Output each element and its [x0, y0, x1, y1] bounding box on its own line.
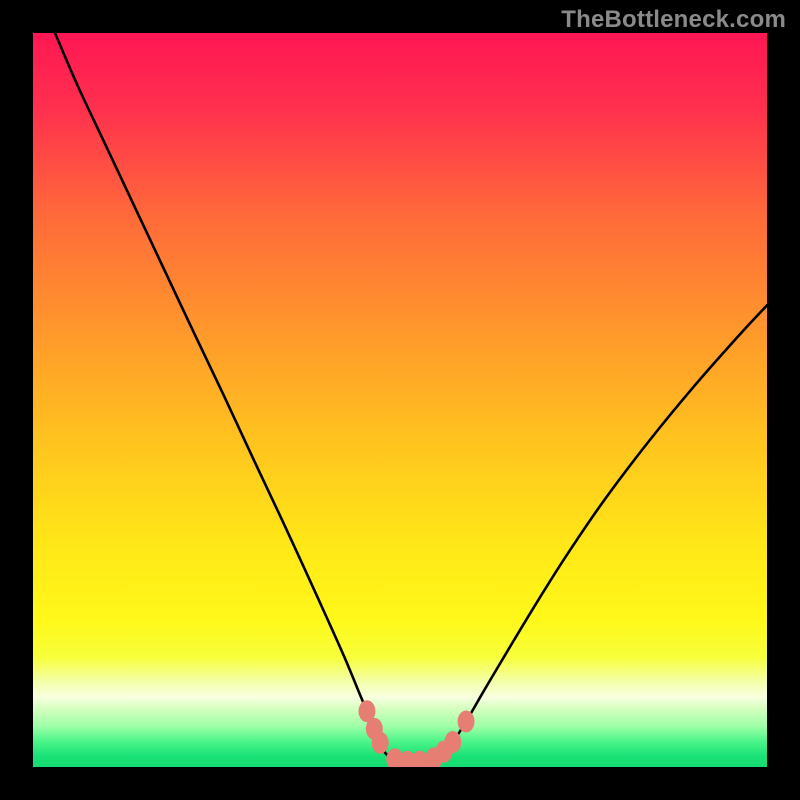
- curve-marker: [444, 731, 461, 753]
- curve-marker: [372, 732, 389, 754]
- chart-frame: TheBottleneck.com: [0, 0, 800, 800]
- gradient-background: [33, 33, 767, 767]
- chart-svg: [33, 33, 767, 767]
- watermark-text: TheBottleneck.com: [561, 6, 786, 34]
- curve-marker: [458, 710, 475, 732]
- plot-area: [33, 33, 767, 767]
